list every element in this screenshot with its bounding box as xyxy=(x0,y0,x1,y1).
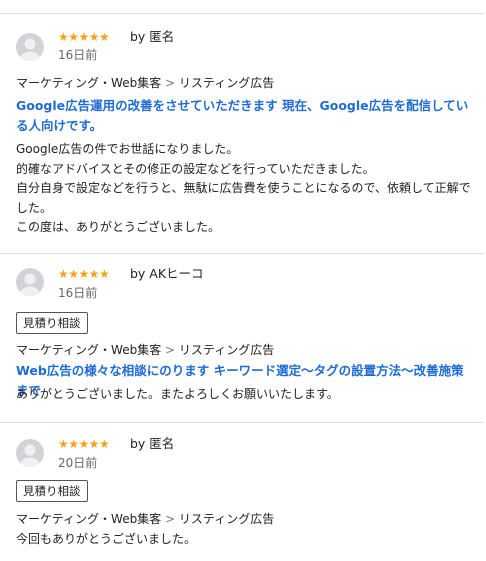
breadcrumb-separator: > xyxy=(165,343,176,357)
subcategory-link[interactable]: リスティング広告 xyxy=(179,512,274,526)
reviewer-name: by AKヒーコ xyxy=(130,266,204,281)
estimate-consult-badge: 見積り相談 xyxy=(16,480,88,502)
rating-stars: ★★★★★ xyxy=(58,267,110,281)
divider xyxy=(0,253,484,254)
review-body-line: 的確なアドバイスとその修正の設定などを行っていただきました。 xyxy=(16,161,375,176)
divider xyxy=(0,422,484,423)
category-breadcrumb: マーケティング・Web集客 > リスティング広告 xyxy=(16,76,274,90)
review-body-line: この度は、ありがとうございました。 xyxy=(16,220,221,234)
review-body: 今回もありがとうございました。 xyxy=(16,530,472,550)
breadcrumb-separator: > xyxy=(165,76,176,90)
rating-stars: ★★★★★ xyxy=(58,30,110,44)
user-silhouette-icon xyxy=(20,273,40,296)
category-link[interactable]: マーケティング・Web集客 xyxy=(16,343,161,357)
review-body-line: Google広告の件でお世話になりました。 xyxy=(16,142,239,156)
category-breadcrumb: マーケティング・Web集客 > リスティング広告 xyxy=(16,512,274,526)
user-silhouette-icon xyxy=(20,38,40,61)
avatar xyxy=(16,33,44,61)
review-body: Google広告の件でお世話になりました。 的確なアドバイスとその修正の設定など… xyxy=(16,140,472,238)
review-date: 20日前 xyxy=(58,456,98,470)
category-breadcrumb: マーケティング・Web集客 > リスティング広告 xyxy=(16,343,274,357)
subcategory-link[interactable]: リスティング広告 xyxy=(179,343,274,357)
review-body-line: 今回もありがとうございました。 xyxy=(16,532,197,546)
user-silhouette-icon xyxy=(20,444,40,467)
review-date: 16日前 xyxy=(58,286,98,300)
rating-stars: ★★★★★ xyxy=(58,437,110,451)
avatar xyxy=(16,439,44,467)
reviewer-name: by 匿名 xyxy=(130,29,175,44)
subcategory-link[interactable]: リスティング広告 xyxy=(179,76,274,90)
review-date: 16日前 xyxy=(58,48,98,62)
divider-top xyxy=(0,13,484,14)
service-title-link[interactable]: Google広告運用の改善をさせていただきます 現在、Google広告を配信して… xyxy=(16,96,476,136)
review-body: ありがとうございました。またよろしくお願いいたします。 xyxy=(16,385,472,405)
estimate-consult-badge: 見積り相談 xyxy=(16,312,88,334)
review-body-line: ありがとうございました。またよろしくお願いいたします。 xyxy=(16,387,339,401)
review-body-line: 自分自身で設定などを行うと、無駄に広告費を使うことになるので、依頼して正解でした… xyxy=(16,181,471,215)
reviewer-name: by 匿名 xyxy=(130,436,175,451)
category-link[interactable]: マーケティング・Web集客 xyxy=(16,76,161,90)
category-link[interactable]: マーケティング・Web集客 xyxy=(16,512,161,526)
avatar xyxy=(16,268,44,296)
breadcrumb-separator: > xyxy=(165,512,176,526)
